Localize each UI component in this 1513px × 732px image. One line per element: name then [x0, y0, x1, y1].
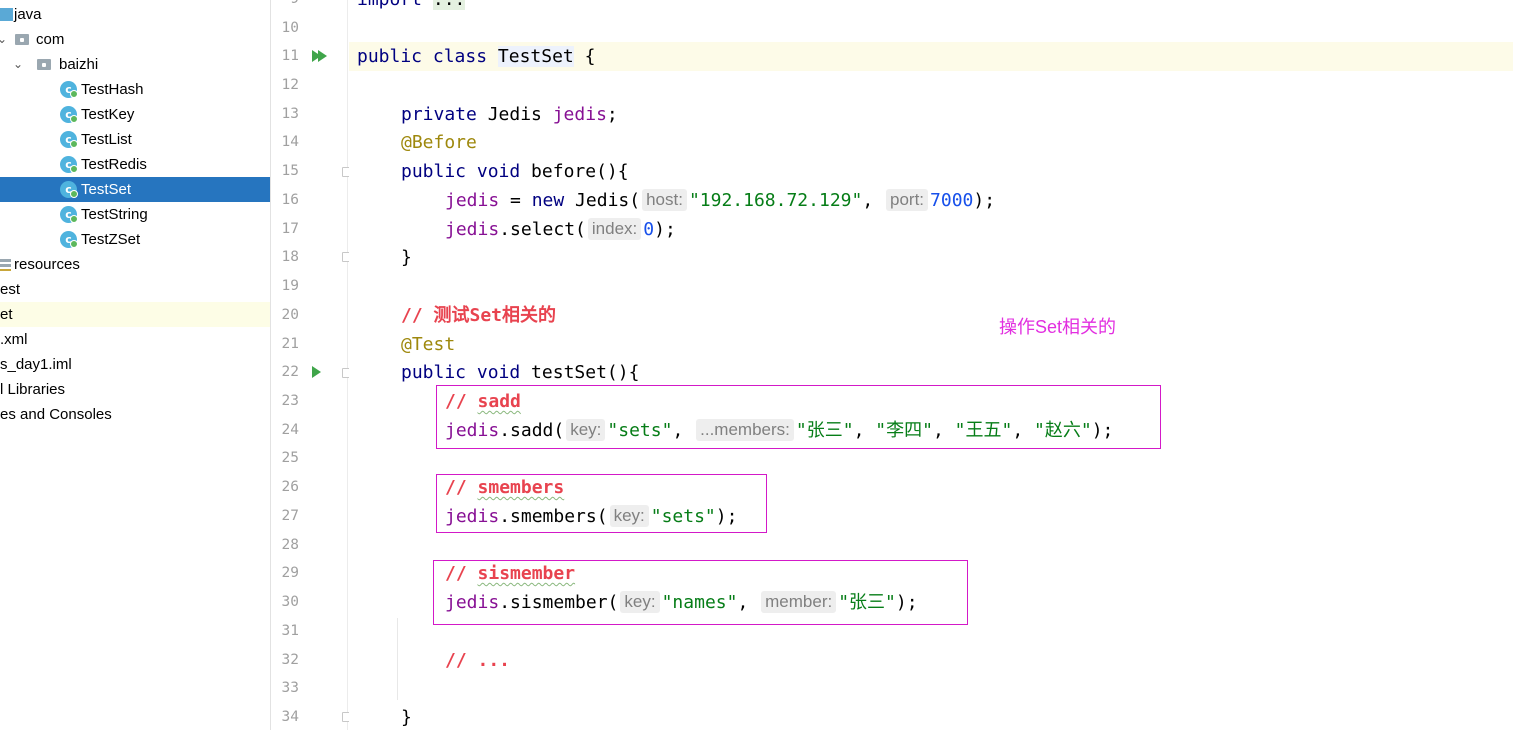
class-icon: c	[60, 206, 78, 223]
line-number: 29	[281, 565, 299, 581]
code-line-9: import ...	[357, 0, 466, 14]
code-line-11: public class TestSet {	[357, 46, 596, 67]
line-number: 13	[281, 106, 299, 122]
code-line-20: // 测试Set相关的	[401, 305, 557, 326]
tree-item-com[interactable]: ⌄ com	[0, 27, 270, 52]
class-icon: c	[60, 131, 78, 148]
code-line-16: jedis = new Jedis(host: "192.168.72.129",…	[445, 189, 996, 211]
code-line-32: // ...	[445, 650, 511, 671]
param-hint: index:	[587, 218, 642, 240]
code-line-21: @Test	[401, 334, 456, 355]
sadd-highlight-box	[436, 385, 1161, 449]
line-number: 31	[281, 623, 299, 639]
line-number: 18	[281, 249, 299, 265]
line-number: 22	[281, 364, 299, 380]
code-line-14: @Before	[401, 132, 477, 153]
tree-item-baizhi[interactable]: ⌄ baizhi	[0, 52, 270, 77]
tree-item-testzset[interactable]: c TestZSet	[0, 227, 270, 252]
code-line-22: public void testSet(){	[401, 362, 640, 383]
resources-folder-icon	[0, 259, 11, 271]
class-icon: c	[60, 106, 78, 123]
source-folder-icon	[0, 8, 13, 21]
code-line-18: }	[401, 247, 412, 268]
line-number: 10	[281, 20, 299, 36]
run-class-icon[interactable]	[312, 50, 327, 62]
line-number: 15	[281, 163, 299, 179]
class-icon: c	[60, 231, 78, 248]
project-tree: java ⌄ com ⌄ baizhi c TestHash c TestKey…	[0, 0, 271, 730]
tree-item-pom-xml[interactable]: .xml	[0, 327, 270, 352]
line-number: 33	[281, 680, 299, 696]
code-line-17: jedis.select(index: 0);	[445, 218, 676, 240]
chevron-down-icon[interactable]: ⌄	[0, 27, 7, 52]
line-number: 32	[281, 652, 299, 668]
tree-item-teststring[interactable]: c TestString	[0, 202, 270, 227]
line-number: 17	[281, 221, 299, 237]
run-test-icon[interactable]	[312, 366, 321, 378]
tree-item-testset[interactable]: c TestSet	[0, 177, 270, 202]
tree-item-iml[interactable]: s_day1.iml	[0, 352, 270, 377]
tree-item-test[interactable]: est	[0, 277, 270, 302]
code-line-34: }	[401, 707, 412, 728]
package-icon	[37, 59, 51, 70]
tree-item-target[interactable]: et	[0, 302, 270, 327]
line-number: 16	[281, 192, 299, 208]
line-number: 21	[281, 336, 299, 352]
param-hint: port:	[886, 189, 929, 211]
line-number: 26	[281, 479, 299, 495]
tree-item-testhash[interactable]: c TestHash	[0, 77, 270, 102]
class-icon: c	[60, 156, 78, 173]
line-number: 25	[281, 450, 299, 466]
code-editor[interactable]: import ... public class TestSet { privat…	[349, 0, 1513, 730]
tree-item-java[interactable]: java	[0, 2, 270, 27]
tree-item-resources[interactable]: resources	[0, 252, 270, 277]
code-line-15: public void before(){	[401, 161, 629, 182]
line-number: 19	[281, 278, 299, 294]
class-icon: c	[60, 181, 78, 198]
line-number: 34	[281, 709, 299, 725]
line-number: 28	[281, 537, 299, 553]
tree-item-testlist[interactable]: c TestList	[0, 127, 270, 152]
line-number: 30	[281, 594, 299, 610]
line-number: 9	[272, 0, 299, 14]
indent-guide	[397, 618, 398, 700]
editor-gutter: 9 10 11 12 13 14 15 16 17 18 19 20 21 22…	[272, 0, 351, 730]
tree-item-external-libraries[interactable]: l Libraries	[0, 377, 270, 402]
line-number: 23	[281, 393, 299, 409]
smembers-highlight-box	[436, 474, 767, 533]
annotation-text: 操作Set相关的	[999, 317, 1117, 337]
param-hint: host:	[642, 189, 687, 211]
line-number: 12	[281, 77, 299, 93]
code-line-13: private Jedis jedis;	[401, 104, 618, 125]
tree-item-testredis[interactable]: c TestRedis	[0, 152, 270, 177]
package-icon	[15, 34, 29, 45]
line-number: 11	[281, 48, 299, 64]
line-number: 20	[281, 307, 299, 323]
line-number: 27	[281, 508, 299, 524]
chevron-down-icon[interactable]: ⌄	[13, 52, 23, 77]
class-icon: c	[60, 81, 78, 98]
tree-item-scratches[interactable]: es and Consoles	[0, 402, 270, 427]
sismember-highlight-box	[433, 560, 968, 625]
line-number: 24	[281, 422, 299, 438]
line-number: 14	[281, 134, 299, 150]
tree-item-testkey[interactable]: c TestKey	[0, 102, 270, 127]
